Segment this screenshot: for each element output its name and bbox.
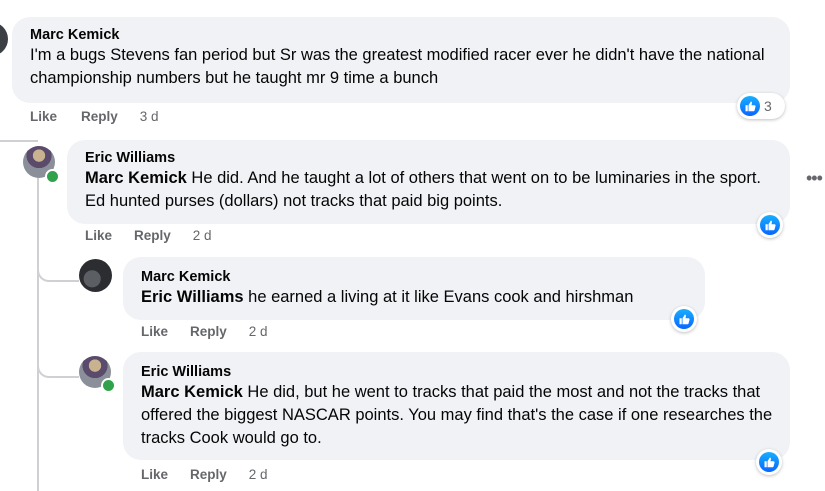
thumbs-up-icon <box>740 96 760 116</box>
comment-bubble: Eric Williams Marc Kemick He did. And he… <box>67 140 790 224</box>
comment-actions: Like Reply 2 d <box>141 467 268 482</box>
comment-bubble: Eric Williams Marc Kemick He did, but he… <box>123 352 790 460</box>
reply-button[interactable]: Reply <box>190 324 227 339</box>
comment-actions: Like Reply 2 d <box>85 228 212 243</box>
thumbs-up-icon <box>759 452 779 472</box>
comment-body: He did. And he taught a lot of others th… <box>85 169 762 210</box>
online-status-indicator <box>45 169 60 184</box>
timestamp[interactable]: 2 d <box>249 467 268 482</box>
comment-text: Eric Williams he earned a living at it l… <box>141 286 693 309</box>
more-horizontal-icon[interactable]: ••• <box>806 168 823 189</box>
timestamp[interactable]: 3 d <box>140 109 159 124</box>
thumbs-up-icon <box>674 309 694 329</box>
timestamp[interactable]: 2 d <box>193 228 212 243</box>
reaction-badge[interactable] <box>671 306 697 332</box>
comment-text: I'm a bugs Stevens fan period but Sr was… <box>30 46 765 87</box>
comment-text: Marc Kemick He did, but he went to track… <box>141 381 778 450</box>
comment-body: he earned a living at it like Evans cook… <box>243 288 634 306</box>
comment-bubble: Marc Kemick I'm a bugs Stevens fan perio… <box>12 17 790 103</box>
mention-link[interactable]: Marc Kemick <box>141 383 243 401</box>
thread-line-reply-1 <box>37 254 79 282</box>
comment-author[interactable]: Eric Williams <box>141 363 778 381</box>
mention-link[interactable]: Marc Kemick <box>85 169 187 187</box>
online-status-indicator <box>101 378 116 393</box>
avatar[interactable] <box>79 259 112 292</box>
thread-line-reply-2 <box>37 338 79 378</box>
reaction-count: 3 <box>764 98 772 114</box>
thumbs-up-icon <box>760 215 780 235</box>
like-button[interactable]: Like <box>85 228 112 243</box>
reply-button[interactable]: Reply <box>81 109 118 124</box>
comment-author[interactable]: Marc Kemick <box>30 26 778 44</box>
comment-actions: Like Reply 2 d <box>141 324 268 339</box>
reaction-badge[interactable] <box>757 212 783 238</box>
timestamp[interactable]: 2 d <box>249 324 268 339</box>
reaction-badge[interactable]: 3 <box>737 93 785 119</box>
mention-link[interactable]: Eric Williams <box>141 288 244 306</box>
thread-line-main <box>37 146 39 491</box>
comment-bubble: Marc Kemick Eric Williams he earned a li… <box>123 257 705 320</box>
avatar[interactable] <box>0 22 8 56</box>
comment-text: Marc Kemick He did. And he taught a lot … <box>85 167 778 213</box>
reaction-badge[interactable] <box>756 449 782 475</box>
comment-author[interactable]: Eric Williams <box>85 149 778 167</box>
like-button[interactable]: Like <box>141 324 168 339</box>
like-button[interactable]: Like <box>30 109 57 124</box>
comment-actions: Like Reply 3 d <box>30 109 159 124</box>
reply-button[interactable]: Reply <box>190 467 227 482</box>
like-button[interactable]: Like <box>141 467 168 482</box>
comment-author[interactable]: Marc Kemick <box>141 268 693 286</box>
reply-button[interactable]: Reply <box>134 228 171 243</box>
